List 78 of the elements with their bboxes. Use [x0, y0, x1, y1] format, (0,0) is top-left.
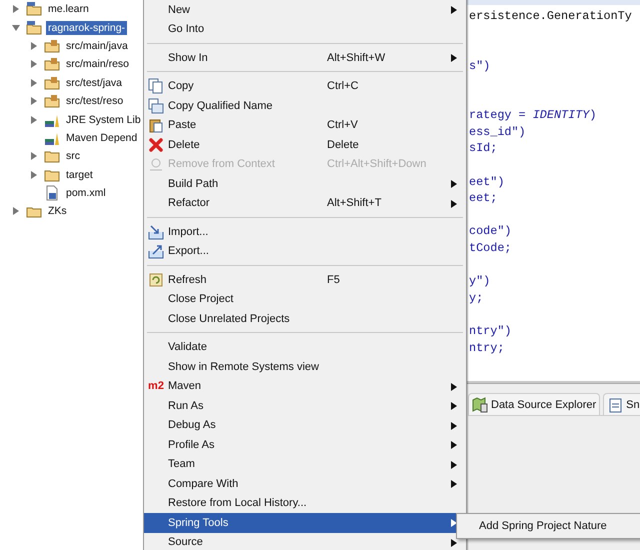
delete-icon	[148, 136, 164, 153]
project-folder-icon	[26, 20, 42, 36]
tree-item[interactable]: pom.xml	[64, 186, 108, 200]
code-line: ess_id")	[469, 124, 527, 140]
tree-item[interactable]: target	[64, 168, 95, 182]
expand-arrow-icon[interactable]	[12, 207, 20, 216]
maven-logo-icon: m2	[148, 380, 164, 392]
tree-item[interactable]: me.learn	[46, 2, 91, 16]
menu-item[interactable]: Export...	[144, 242, 466, 261]
expand-arrow-icon[interactable]	[30, 170, 38, 179]
menu-item[interactable]: Team	[144, 454, 466, 474]
expand-arrow-icon[interactable]	[12, 5, 20, 14]
expand-arrow-icon[interactable]	[30, 116, 38, 124]
menu-item[interactable]: Close Project	[144, 290, 466, 309]
menu-item[interactable]: Copy Ctrl+C	[144, 76, 466, 96]
view-tab[interactable]: Data Source Explorer	[468, 393, 600, 415]
menu-item[interactable]: Import...	[144, 222, 466, 242]
map-database-icon	[472, 396, 488, 412]
import-icon	[148, 224, 164, 240]
code-line: sId;	[469, 140, 498, 157]
menu-item[interactable]: Show in Remote Systems view	[144, 357, 466, 376]
tree-item[interactable]: src/main/reso	[64, 57, 132, 72]
menu-item[interactable]: Validate	[144, 338, 466, 357]
export-icon	[148, 243, 164, 260]
clipboard-icon	[148, 117, 164, 134]
tree-item[interactable]: src/test/java	[64, 76, 124, 90]
code-line: ntry")	[469, 322, 512, 340]
code-line: ntry;	[469, 340, 506, 356]
menu-item[interactable]: Refactor Alt+Shift+T	[144, 194, 466, 213]
expand-arrow-icon[interactable]	[30, 97, 38, 106]
menu-item[interactable]: Delete Delete	[144, 135, 466, 154]
expand-arrow-icon[interactable]	[30, 60, 38, 68]
menu-item[interactable]: Show In Alt+Shift+W	[144, 48, 466, 68]
menu-item[interactable]: Restore from Local History...	[144, 494, 466, 513]
code-line: eet")	[469, 174, 506, 190]
menu-item[interactable]: Refresh F5	[144, 270, 466, 290]
code-line: y;	[469, 290, 484, 306]
menu-item[interactable]: Debug As	[144, 416, 466, 435]
package-folder-icon	[44, 38, 60, 54]
menu-item[interactable]: Close Unrelated Projects	[144, 309, 466, 328]
menu-item[interactable]: Go Into	[144, 20, 466, 39]
tree-item[interactable]: src/main/java	[64, 38, 130, 53]
tree-item[interactable]: src/test/reso	[64, 94, 126, 108]
code-line: s")	[469, 58, 492, 74]
code-line: rategy = IDENTITY)	[469, 107, 598, 124]
package-folder-icon	[44, 56, 60, 72]
tree-item[interactable]: ZKs	[46, 204, 69, 218]
menu-item[interactable]: Compare With	[144, 474, 466, 494]
code-line: ersistence.GenerationTy	[469, 8, 633, 25]
menu-item[interactable]: Profile As	[144, 435, 466, 454]
package-folder-icon	[44, 74, 60, 91]
code-line: eet;	[469, 190, 498, 207]
maven-file-icon	[44, 185, 60, 202]
menu-item[interactable]: Paste Ctrl+V	[144, 116, 466, 135]
view-tab[interactable]: Sn	[603, 393, 640, 415]
menu-item[interactable]: Copy Qualified Name	[144, 96, 466, 116]
expand-arrow-icon[interactable]	[12, 24, 20, 32]
tree-item[interactable]: src	[64, 149, 82, 164]
copy-icon	[148, 78, 164, 94]
menu-item[interactable]: New	[144, 0, 466, 20]
tree-item[interactable]: ragnarok-spring-	[46, 20, 128, 35]
copy-icon	[148, 98, 164, 114]
menu-item[interactable]: Add Spring Project Nature	[457, 516, 640, 536]
code-line: y")	[469, 273, 492, 290]
expand-arrow-icon[interactable]	[30, 78, 38, 87]
refresh-icon	[148, 272, 164, 288]
tree-item[interactable]: JRE System Lib	[64, 112, 143, 127]
expand-arrow-icon[interactable]	[30, 42, 38, 50]
tree-item[interactable]: Maven Depend	[64, 130, 140, 145]
menu-item[interactable]: m2 Maven	[144, 376, 466, 396]
package-folder-icon	[44, 93, 60, 110]
menu-item[interactable]: Build Path	[144, 174, 466, 194]
project-folder-icon	[26, 1, 42, 18]
expand-arrow-icon[interactable]	[30, 152, 38, 160]
menu-item[interactable]: Run As	[144, 396, 466, 416]
document-icon	[607, 396, 624, 412]
code-line: code")	[469, 223, 512, 240]
code-line: tCode;	[469, 240, 512, 257]
